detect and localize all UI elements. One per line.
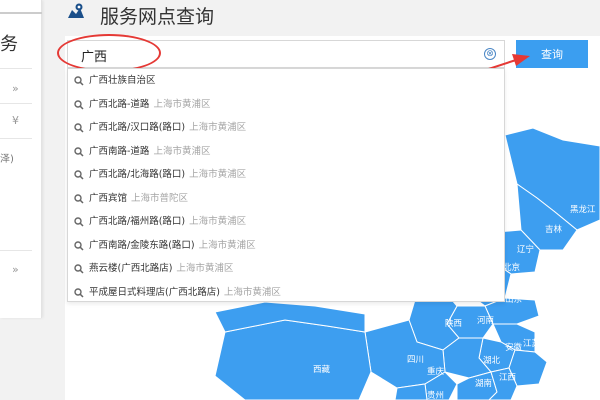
search-icon bbox=[74, 217, 84, 227]
map-label-jiangsu: 江苏 bbox=[523, 338, 541, 348]
sidebar-divider bbox=[0, 68, 32, 69]
search-icon bbox=[74, 146, 84, 157]
suggestion-district: 上海市黄浦区 bbox=[223, 286, 281, 298]
map-label-shandong: 山东 bbox=[505, 294, 522, 304]
search-icon bbox=[74, 193, 84, 204]
suggestion-district: 上海市黄浦区 bbox=[153, 98, 211, 110]
suggestion-item[interactable]: 广西宾馆 上海市普陀区 bbox=[68, 187, 504, 211]
search-input[interactable] bbox=[81, 46, 471, 64]
map-label-shaanxi: 陕西 bbox=[445, 318, 462, 328]
search-icon bbox=[74, 76, 84, 86]
sidebar-divider bbox=[0, 103, 32, 104]
suggestion-district: 上海市黄浦区 bbox=[153, 145, 211, 157]
sidebar-item-fragment: 泽) bbox=[0, 154, 14, 165]
suggestion-district: 上海市黄浦区 bbox=[198, 239, 256, 251]
map-label-beijing: 北京 bbox=[503, 262, 520, 272]
suggestion-district: 上海市黄浦区 bbox=[189, 122, 247, 133]
suggestion-name: 广西壮族自治区 bbox=[89, 75, 156, 86]
search-icon bbox=[74, 99, 84, 110]
suggestion-name: 广西北路/福州路(路口) bbox=[89, 216, 186, 227]
search-icon bbox=[74, 240, 84, 251]
page-title: 服务网点查询 bbox=[100, 6, 215, 28]
sidebar-heading-fragment: 务 bbox=[0, 34, 18, 55]
search-icon bbox=[74, 287, 84, 298]
suggestion-name: 广西宾馆 bbox=[89, 192, 128, 204]
suggestion-item[interactable]: 广西南路-道路 上海市黄浦区 bbox=[68, 140, 504, 164]
map-label-jilin: 吉林 bbox=[545, 224, 563, 234]
map-label-liaoning: 辽宁 bbox=[517, 244, 534, 254]
map-label-heilongjiang: 黑龙江 bbox=[570, 204, 596, 214]
suggestion-district: 上海市黄浦区 bbox=[189, 216, 247, 227]
suggestion-item[interactable]: 广西北路/福州路(路口) 上海市黄浦区 bbox=[68, 210, 504, 234]
map-label-guizhou: 贵州 bbox=[427, 390, 444, 400]
map-label-hubei: 湖北 bbox=[483, 355, 501, 365]
suggestion-item[interactable]: 广西南路/金陵东路(路口) 上海市黄浦区 bbox=[68, 234, 504, 258]
suggestion-name: 广西北路/汉口路(路口) bbox=[89, 122, 186, 133]
sidebar-panel: 务 » ¥ 泽) » bbox=[0, 0, 42, 318]
suggestion-name: 广西北路/北海路(路口) bbox=[89, 169, 186, 180]
map-label-jiangxi: 江西 bbox=[499, 372, 516, 382]
sidebar-expand-icon[interactable]: » bbox=[12, 82, 19, 95]
suggestion-item[interactable]: 广西北路/北海路(路口) 上海市黄浦区 bbox=[68, 163, 504, 187]
suggestion-name: 平成屋日式料理店(广西北路店) bbox=[89, 286, 220, 298]
sidebar-top-divider bbox=[0, 12, 42, 14]
sidebar-expand-icon[interactable]: » bbox=[12, 263, 19, 276]
suggestion-name: 广西北路-道路 bbox=[89, 98, 150, 110]
sidebar-divider bbox=[0, 250, 32, 251]
search-icon bbox=[74, 264, 84, 274]
search-icon bbox=[74, 123, 84, 133]
sidebar-collapse-icon[interactable]: ¥ bbox=[12, 114, 19, 127]
suggestion-district: 上海市黄浦区 bbox=[176, 263, 234, 274]
map-label-sichuan: 四川 bbox=[407, 354, 424, 364]
sidebar-divider bbox=[0, 138, 32, 139]
suggestion-district: 上海市普陀区 bbox=[131, 192, 189, 204]
suggestion-item[interactable]: 燕云楼(广西北路店) 上海市黄浦区 bbox=[68, 257, 504, 281]
suggestion-name: 燕云楼(广西北路店) bbox=[89, 263, 173, 274]
map-label-tianjin: 天津 bbox=[509, 276, 527, 286]
suggestion-dropdown: 广西壮族自治区 广西北路-道路 上海市黄浦区 广西北路/汉口路(路口) 上海市黄浦区… bbox=[67, 68, 505, 302]
map-region-xizang bbox=[214, 319, 372, 400]
suggestion-name: 广西南路/金陵东路(路口) bbox=[89, 239, 195, 251]
suggestion-district: 上海市黄浦区 bbox=[189, 169, 247, 180]
suggestion-item[interactable]: 广西壮族自治区 bbox=[68, 69, 504, 93]
suggestion-item[interactable]: 广西北路/汉口路(路口) 上海市黄浦区 bbox=[68, 116, 504, 140]
map-label-hunan: 湖南 bbox=[475, 378, 492, 388]
location-pin-icon bbox=[68, 3, 84, 18]
map-label-chongqing: 重庆 bbox=[427, 366, 445, 376]
map-label-henan: 河南 bbox=[477, 315, 494, 325]
search-icon bbox=[74, 170, 84, 180]
search-button[interactable]: 查询 bbox=[516, 40, 588, 68]
suggestion-item[interactable]: 平成屋日式料理店(广西北路店) 上海市黄浦区 bbox=[68, 281, 504, 305]
search-field-container: ⊗ bbox=[67, 40, 505, 68]
suggestion-name: 广西南路-道路 bbox=[89, 145, 150, 157]
clear-circle-icon[interactable]: ⊗ bbox=[484, 48, 496, 60]
map-label-xizang: 西藏 bbox=[313, 364, 331, 374]
map-label-anhui: 安徽 bbox=[505, 342, 523, 352]
suggestion-item[interactable]: 广西北路-道路 上海市黄浦区 bbox=[68, 93, 504, 117]
